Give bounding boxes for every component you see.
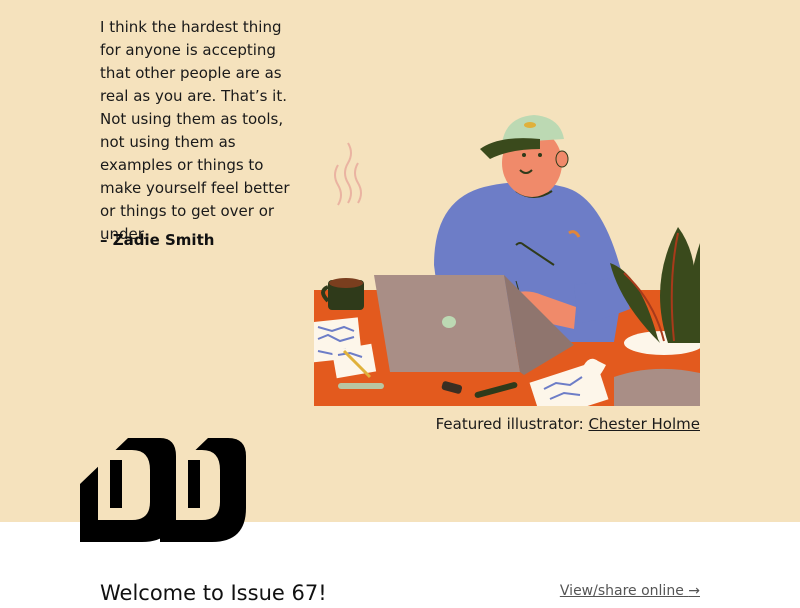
featured-illustration xyxy=(314,115,700,406)
dd-logo-icon xyxy=(80,438,246,542)
quote-author: – Zadie Smith xyxy=(100,231,215,249)
quote-text: I think the hardest thing for anyone is … xyxy=(100,18,290,243)
right-arrow-icon: → xyxy=(688,583,700,599)
coffee-mug xyxy=(321,142,364,310)
caption-label: Featured illustrator: xyxy=(435,415,589,433)
share-link-label: View/share online xyxy=(559,583,684,599)
illustrator-link[interactable]: Chester Holme xyxy=(588,415,700,433)
view-share-online-link[interactable]: View/share online → xyxy=(560,581,700,601)
illustration-caption: Featured illustrator: Chester Holme xyxy=(436,413,700,435)
issue-title: Welcome to Issue 67! xyxy=(100,581,327,605)
hero-section: I think the hardest thing for anyone is … xyxy=(0,0,800,542)
